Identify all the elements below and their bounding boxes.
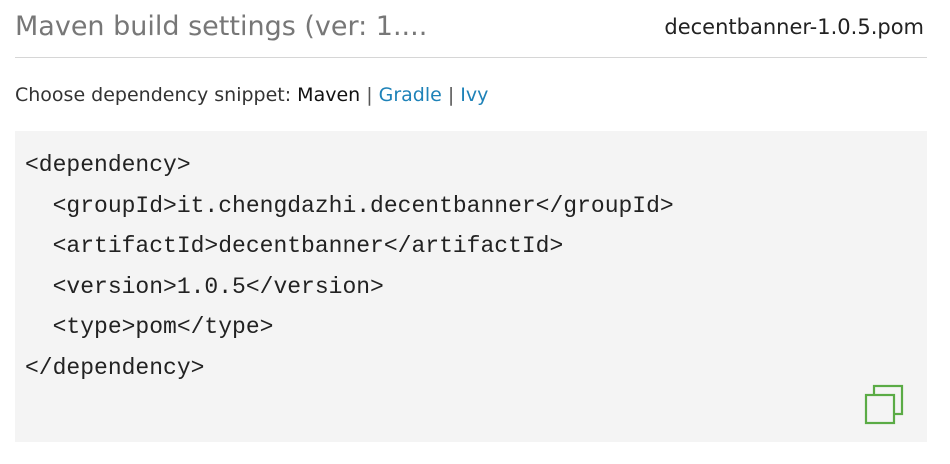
pom-file-name: decentbanner-1.0.5.pom xyxy=(664,15,924,39)
dependency-snippet-chooser: Choose dependency snippet: Maven | Gradle |… xyxy=(15,84,488,106)
separator: | xyxy=(366,84,373,106)
code-line: </dependency> xyxy=(25,354,205,381)
code-line: <groupId>it.chengdazhi.decentbanner</gro… xyxy=(25,192,674,219)
separator: | xyxy=(447,84,455,106)
dependency-code[interactable]: <dependency> <groupId>it.chengdazhi.dece… xyxy=(25,145,674,388)
header: Maven build settings (ver: 1.... decentb… xyxy=(15,0,927,58)
option-gradle-link[interactable]: Gradle xyxy=(379,84,442,106)
code-line: <dependency> xyxy=(25,152,191,178)
chooser-label: Choose dependency snippet: xyxy=(15,84,298,106)
code-line: <version>1.0.5</version> xyxy=(25,273,384,300)
snippet-box: <dependency> <groupId>it.chengdazhi.dece… xyxy=(15,131,927,442)
code-line: <artifactId>decentbanner</artifactId> xyxy=(25,233,564,259)
copy-icon[interactable] xyxy=(863,383,907,427)
code-line: <type>pom</type> xyxy=(25,314,274,340)
option-ivy-link[interactable]: Ivy xyxy=(460,84,488,106)
option-maven[interactable]: Maven xyxy=(297,84,360,106)
page-title: Maven build settings (ver: 1.... xyxy=(15,11,428,42)
